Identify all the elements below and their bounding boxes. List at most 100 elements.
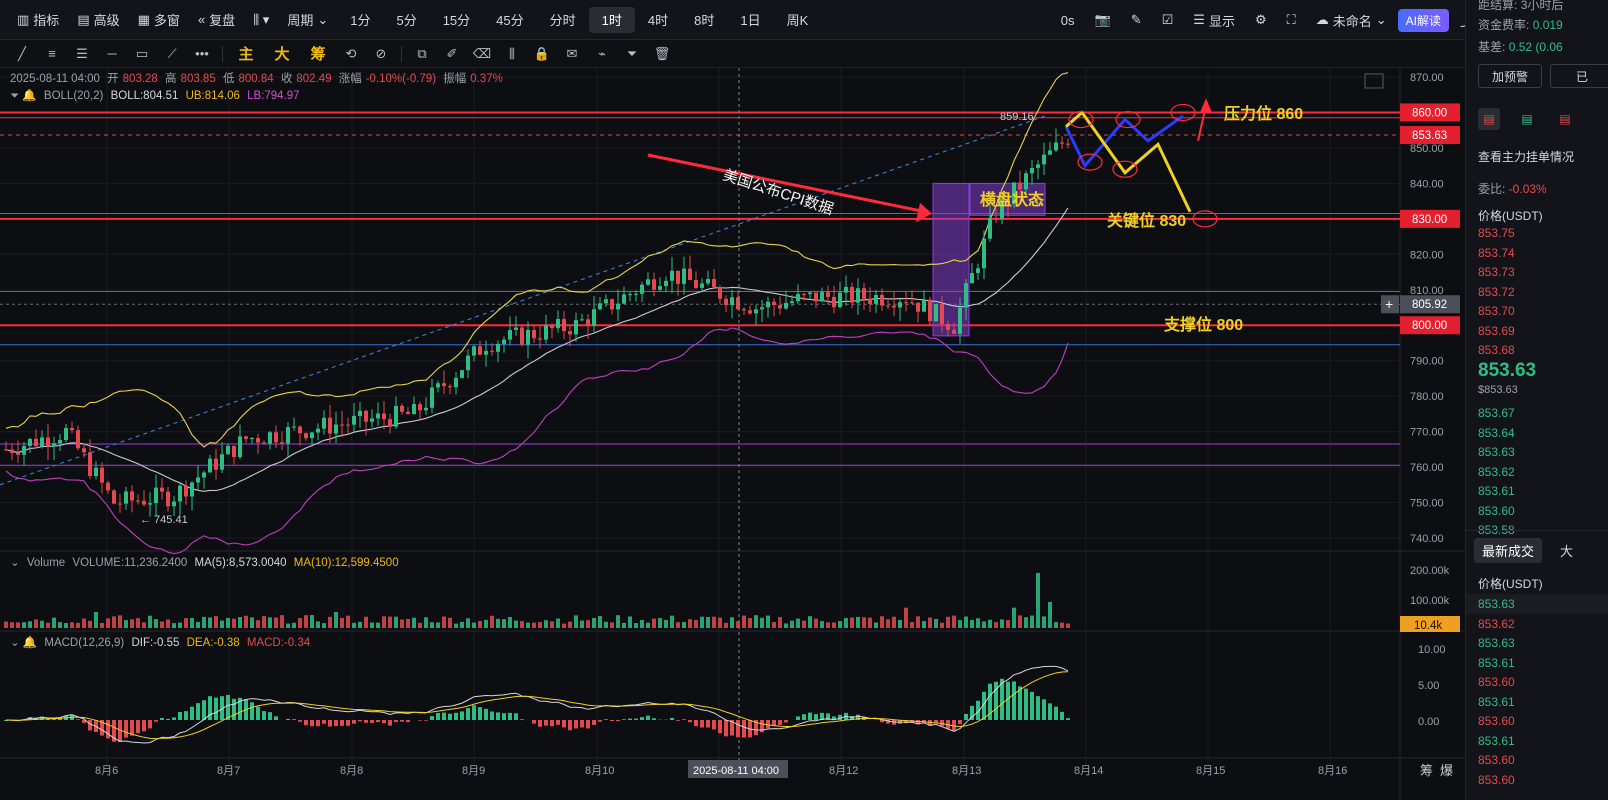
asks-icon[interactable]: ▤ (1554, 108, 1576, 130)
bids-icon[interactable]: ▤ (1516, 108, 1538, 130)
ask-price[interactable]: 853.70 (1478, 304, 1515, 318)
volume-bar (148, 615, 152, 628)
interval-tab[interactable]: 15分 (430, 7, 483, 33)
indicator-button[interactable]: ▥ 指标 (8, 7, 68, 33)
volume-axis-label: 200.00k (1410, 565, 1450, 577)
candle-body (40, 437, 44, 447)
eraser-icon[interactable]: ⌫ (468, 43, 496, 65)
edit-icon[interactable]: ☑ (1153, 7, 1183, 33)
bid-price[interactable]: 853.61 (1478, 484, 1515, 498)
bell-icon[interactable]: ⏷ 🔔 (10, 90, 37, 102)
secondary-button[interactable]: 已 (1550, 64, 1608, 88)
line-icon[interactable]: ╱ (8, 43, 36, 65)
volume-bar (688, 619, 692, 628)
magnet-icon[interactable]: ⌁ (588, 43, 616, 65)
chart-type-button[interactable]: ⫼ ▾ (244, 7, 278, 33)
kline-chart[interactable]: 美国公布CPI数据 横盘状态压力位 860关键位 830支撑位 800859.16… (0, 68, 1465, 800)
bid-price[interactable]: 853.60 (1478, 504, 1515, 518)
tab-large-trades[interactable]: 大 (1560, 541, 1573, 560)
ray-icon[interactable]: ⟋ (158, 43, 186, 65)
interval-tab[interactable]: 分时 (537, 7, 589, 33)
ask-price[interactable]: 853.74 (1478, 246, 1515, 260)
more-icon[interactable]: ••• (188, 43, 216, 65)
no-draw-icon[interactable]: ⊘ (367, 43, 395, 65)
candle-body (502, 339, 506, 344)
trash-icon[interactable]: 🗑 (648, 43, 676, 65)
copy-icon[interactable]: ⧉ (408, 43, 436, 65)
macd-bar (478, 707, 482, 720)
large-tool[interactable]: 大 (265, 43, 299, 64)
pencil-icon[interactable]: ✎ (1122, 7, 1151, 33)
alert-button[interactable]: 加预警 (1478, 64, 1542, 88)
lock-icon[interactable]: 🔒 (528, 43, 556, 65)
parallel-lines-icon[interactable]: ≡ (38, 43, 66, 65)
volume-bar (454, 623, 458, 628)
chart-area[interactable]: 美国公布CPI数据 横盘状态 压力位 860 关键位 830 支撑位 800 859.16… (0, 68, 1465, 800)
interval-tab[interactable]: 8时 (681, 7, 727, 33)
bid-price[interactable]: 853.67 (1478, 406, 1515, 420)
camera-icon[interactable]: 📷 (1086, 7, 1120, 33)
chip-tool[interactable]: 筹 (301, 43, 335, 64)
rectangle-icon[interactable]: ▭ (128, 43, 156, 65)
macd-bar (622, 719, 626, 720)
ask-price[interactable]: 853.73 (1478, 265, 1515, 279)
ask-price[interactable]: 853.72 (1478, 285, 1515, 299)
period-dropdown[interactable]: 周期 ⌄ (278, 7, 337, 33)
volume-bar (508, 617, 512, 628)
collapse-icon[interactable]: ⌄ (10, 557, 20, 569)
macd-bar (520, 719, 524, 720)
ask-price[interactable]: 853.69 (1478, 324, 1515, 338)
candle-body (1018, 182, 1022, 190)
volume-bar (46, 622, 50, 628)
fullscreen-icon[interactable]: ⛶ (1278, 7, 1305, 33)
candles-icon[interactable]: ⫼ (498, 43, 526, 65)
candle-body (592, 309, 596, 326)
candle-body (832, 296, 836, 308)
horizontal-lines-icon[interactable]: ☰ (68, 43, 96, 65)
ask-price[interactable]: 853.68 (1478, 343, 1515, 357)
candle-body (712, 279, 716, 288)
horizontal-line-icon[interactable]: ─ (98, 43, 126, 65)
ai-button[interactable]: AI解读 (1397, 8, 1449, 32)
volume-bar (616, 615, 620, 628)
volume-bar (484, 619, 488, 628)
candle-body (142, 500, 146, 505)
interval-tab[interactable]: 5分 (383, 7, 429, 33)
tab-latest-trades[interactable]: 最新成交 (1474, 538, 1543, 563)
replay-button[interactable]: «复盘 (189, 7, 244, 33)
brush-icon[interactable]: ✐ (438, 43, 466, 65)
main-tool[interactable]: 主 (229, 43, 263, 64)
interval-tab[interactable]: 1分 (337, 7, 383, 33)
bid-price[interactable]: 853.64 (1478, 426, 1515, 440)
display-button[interactable]: ☰ 显示 (1184, 7, 1244, 33)
trade-price: 853.63 (1478, 597, 1515, 611)
candle-body (898, 302, 902, 308)
refresh-icon[interactable]: ⟲ (337, 43, 365, 65)
ask-price[interactable]: 853.75 (1478, 226, 1515, 240)
order-view-link[interactable]: 查看主力挂单情况 (1478, 148, 1574, 165)
bell-icon[interactable]: ⌄ 🔔 (10, 637, 37, 649)
interval-tab[interactable]: 45分 (483, 7, 536, 33)
volume-bar (700, 616, 704, 628)
bid-price[interactable]: 853.63 (1478, 445, 1515, 459)
advanced-button[interactable]: ▤ 高级 (68, 7, 128, 33)
candle-body (928, 299, 932, 322)
interval-tab[interactable]: 4时 (635, 7, 681, 33)
interval-tab[interactable]: 1日 (727, 7, 773, 33)
filter-icon[interactable]: ⏷ (618, 43, 646, 65)
trade-price: 853.60 (1478, 772, 1515, 787)
bid-price[interactable]: 853.62 (1478, 465, 1515, 479)
volume-bar (178, 622, 182, 628)
volume-bar (238, 617, 242, 628)
interval-tab[interactable]: 周K (774, 7, 822, 33)
interval-tab[interactable]: 1时 (588, 6, 635, 33)
multi-window-button[interactable]: ▦ 多窗 (129, 7, 189, 33)
layout-button[interactable]: ☁ 未命名 ⌄ (1307, 7, 1396, 33)
settings-icon[interactable]: ⚙ (1246, 7, 1276, 33)
time-axis-label: 8月8 (340, 765, 363, 777)
trade-price: 853.60 (1478, 753, 1515, 767)
volume-bar (124, 620, 128, 628)
both-sides-icon[interactable]: ▤ (1478, 108, 1500, 130)
note-icon[interactable]: ✉ (558, 43, 586, 65)
candle-body (1060, 142, 1064, 144)
